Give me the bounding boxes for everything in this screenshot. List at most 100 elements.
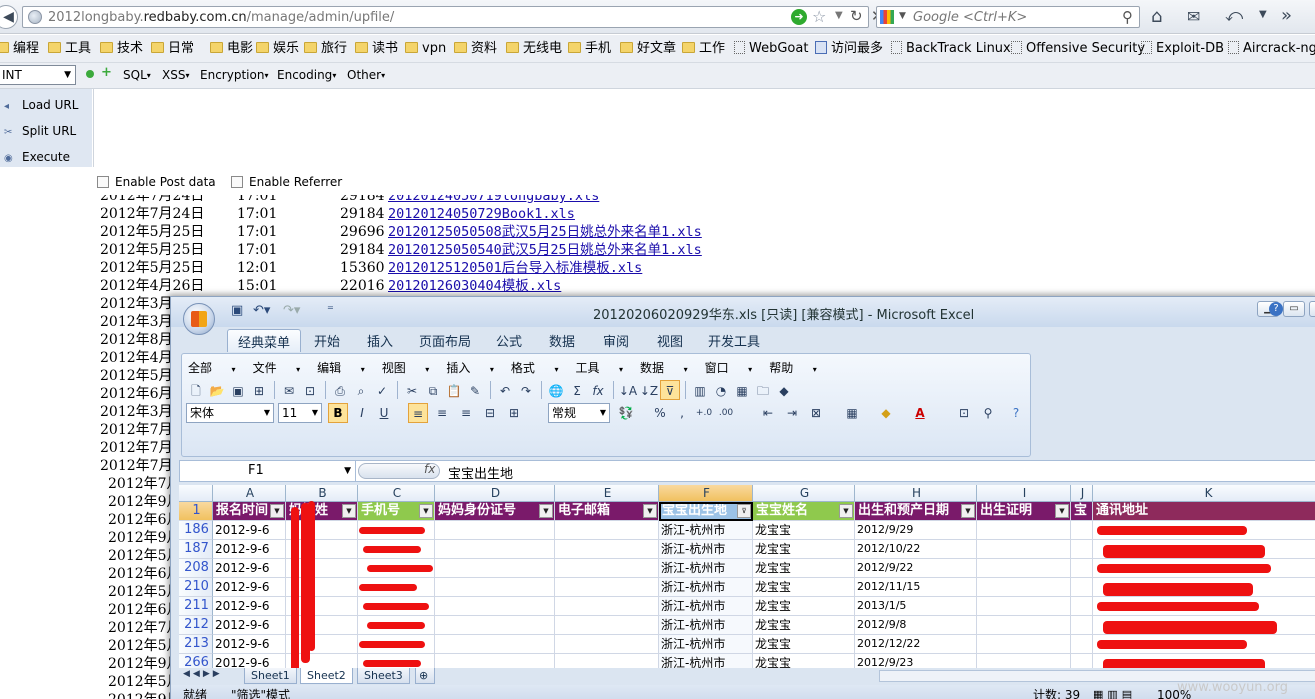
- enable-post-checkbox[interactable]: Enable Post data: [97, 175, 216, 189]
- email-icon[interactable]: ✉: [279, 381, 299, 401]
- table-cell[interactable]: 2012-9-6: [213, 578, 286, 597]
- cut-icon[interactable]: ✂: [402, 381, 422, 401]
- decrease-indent-icon[interactable]: ⇤: [758, 403, 778, 423]
- table-cell[interactable]: [435, 559, 555, 578]
- sort-desc-icon[interactable]: ↓Z: [639, 381, 659, 401]
- view-buttons-icon[interactable]: ▦▥▤: [1093, 685, 1136, 699]
- column-header[interactable]: C: [358, 485, 435, 502]
- bookmark-item[interactable]: 资料: [454, 40, 497, 57]
- font-name-select[interactable]: 宋体 ▼: [186, 403, 274, 423]
- column-header[interactable]: J: [1071, 485, 1093, 502]
- customize-qat-icon[interactable]: ⁼: [327, 303, 334, 318]
- table-cell[interactable]: 2012-9-6: [213, 635, 286, 654]
- table-cell[interactable]: 2012-9-6: [213, 616, 286, 635]
- bold-button[interactable]: B: [328, 403, 348, 423]
- help-icon[interactable]: ?: [1006, 403, 1026, 423]
- header-cell[interactable]: 手机号 ▼: [358, 502, 435, 521]
- table-cell[interactable]: 2012-9-6: [213, 559, 286, 578]
- classic-menu-item[interactable]: 编辑 ▾: [317, 359, 365, 376]
- ribbon-tab[interactable]: 视图: [657, 331, 683, 350]
- open-icon[interactable]: 📂: [207, 381, 227, 401]
- column-header[interactable]: F: [659, 485, 753, 502]
- search-bar[interactable]: ▼ Google <Ctrl+K> ⚲: [876, 6, 1140, 28]
- bookmark-item[interactable]: 访问最多: [815, 40, 883, 57]
- table-cell[interactable]: 2012/9/23: [855, 654, 977, 668]
- sheet-tab-2[interactable]: Sheet2: [300, 668, 353, 684]
- increase-decimal-icon[interactable]: +.0: [694, 403, 714, 423]
- table-cell[interactable]: [977, 521, 1071, 540]
- comma-icon[interactable]: ,: [672, 403, 692, 423]
- permission-icon[interactable]: ⊞: [249, 381, 269, 401]
- header-cell[interactable]: 电子邮箱 ▼: [555, 502, 659, 521]
- header-cell[interactable]: 宝: [1071, 502, 1093, 521]
- column-header[interactable]: I: [977, 485, 1071, 502]
- table-cell[interactable]: [977, 578, 1071, 597]
- calc-icon[interactable]: ⊡: [954, 403, 974, 423]
- table-cell[interactable]: [1071, 635, 1093, 654]
- copy-icon[interactable]: ⧉: [423, 381, 443, 401]
- classic-menu-item[interactable]: 插入 ▾: [446, 359, 494, 376]
- table-cell[interactable]: [555, 635, 659, 654]
- redo-icon[interactable]: ↷▾: [283, 303, 300, 318]
- table-cell[interactable]: 浙江-杭州市: [659, 540, 753, 559]
- table-cell[interactable]: [1071, 578, 1093, 597]
- table-cell[interactable]: [1071, 540, 1093, 559]
- column-header[interactable]: A: [213, 485, 286, 502]
- column-header[interactable]: B: [286, 485, 358, 502]
- table-cell[interactable]: [977, 654, 1071, 668]
- header-cell[interactable]: 出生和预产日期 ▼: [855, 502, 977, 521]
- italic-button[interactable]: I: [352, 403, 372, 423]
- reload-icon[interactable]: ↻: [850, 7, 863, 25]
- format-painter-icon[interactable]: ✎: [465, 381, 485, 401]
- row-header[interactable]: 266: [179, 654, 213, 668]
- sheet-tab-3[interactable]: Sheet3: [357, 668, 410, 684]
- bookmark-item[interactable]: BackTrack Linux: [891, 40, 1011, 57]
- back-icon[interactable]: ◀: [0, 5, 18, 29]
- filter-dropdown-icon[interactable]: ▼: [839, 504, 853, 518]
- paste-icon[interactable]: 📋: [444, 381, 464, 401]
- column-header[interactable]: D: [435, 485, 555, 502]
- bookmark-item[interactable]: WebGoat: [734, 40, 808, 57]
- table-cell[interactable]: 浙江-杭州市: [659, 635, 753, 654]
- table-cell[interactable]: 2012/9/8: [855, 616, 977, 635]
- row-header[interactable]: 211: [179, 597, 213, 616]
- table-cell[interactable]: 浙江-杭州市: [659, 597, 753, 616]
- table-cell[interactable]: [977, 597, 1071, 616]
- help-icon[interactable]: ?: [1269, 302, 1283, 316]
- share-icon[interactable]: ⤺: [1225, 6, 1243, 26]
- table-cell[interactable]: [555, 559, 659, 578]
- hackbar-url-textarea[interactable]: [93, 89, 1315, 167]
- bookmark-item[interactable]: 好文章: [620, 40, 676, 57]
- bookmark-item[interactable]: 工作: [682, 40, 725, 57]
- align-left-icon[interactable]: ≡: [408, 403, 428, 423]
- listing-file-link[interactable]: 20120124050729Book1.xls: [388, 205, 575, 223]
- bookmark-item[interactable]: 日常: [151, 40, 194, 57]
- new-icon[interactable]: 🗋: [186, 381, 206, 401]
- go-arrow-icon[interactable]: ➜: [791, 9, 807, 25]
- filter-dropdown-icon[interactable]: ▼: [270, 504, 284, 518]
- print-icon[interactable]: ⎙: [330, 381, 350, 401]
- autosum-icon[interactable]: Σ: [567, 381, 587, 401]
- filter-dropdown-icon[interactable]: ▼: [1055, 504, 1069, 518]
- insert-sheet-icon[interactable]: ⊕: [415, 668, 435, 684]
- borders-icon[interactable]: ▦: [842, 403, 862, 423]
- classic-menu-item[interactable]: 格式 ▾: [511, 359, 559, 376]
- autofilter-icon[interactable]: ⊽: [660, 380, 680, 400]
- options-icon[interactable]: ◆: [774, 381, 794, 401]
- classic-menu-item[interactable]: 数据 ▾: [640, 359, 688, 376]
- listing-file-link[interactable]: 20120125050508武汉5月25日姚总外来名单1.xls: [388, 223, 702, 241]
- bookmark-item[interactable]: Offensive Security: [1011, 40, 1145, 57]
- ribbon-tab[interactable]: 开始: [314, 331, 340, 350]
- header-cell[interactable]: 宝宝出生地 ⊽: [659, 502, 753, 521]
- table-cell[interactable]: 2012-9-6: [213, 597, 286, 616]
- url-text[interactable]: 2012longbaby.redbaby.com.cn/manage/admin…: [48, 10, 394, 25]
- filter-dropdown-icon[interactable]: ▼: [419, 504, 433, 518]
- enable-referrer-checkbox[interactable]: Enable Referrer: [231, 175, 342, 189]
- table-cell[interactable]: 浙江-杭州市: [659, 616, 753, 635]
- sheet-nav-icon[interactable]: ◀◀▶▶: [183, 669, 223, 679]
- align-right-icon[interactable]: ≡: [456, 403, 476, 423]
- bookmark-item[interactable]: 旅行: [304, 40, 347, 57]
- hackbar-type-select[interactable]: INT ▼: [0, 65, 76, 85]
- print-preview-icon[interactable]: ⌕: [351, 381, 371, 401]
- zoom-icon[interactable]: ⚲: [978, 403, 998, 423]
